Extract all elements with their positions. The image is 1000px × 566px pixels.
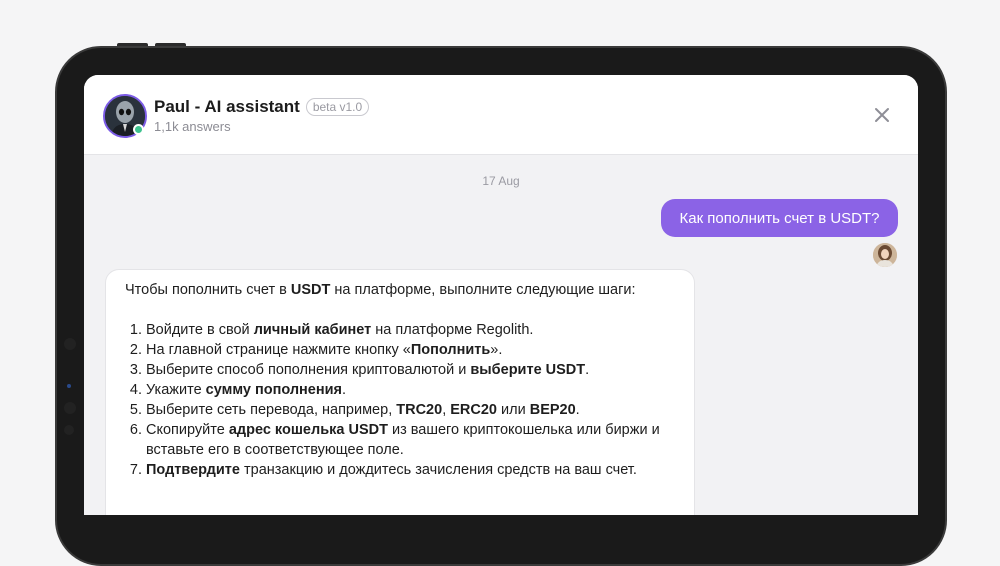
list-item: Укажите сумму пополнения.: [146, 380, 694, 400]
tablet-sensor-dot: [67, 384, 71, 388]
assistant-message-bubble: Чтобы пополнить счет в USDT на платформе…: [105, 269, 695, 515]
assistant-message-intro: Чтобы пополнить счет в USDT на платформе…: [125, 282, 636, 298]
chat-window: Paul - AI assistant beta v1.0 1,1k answe…: [84, 75, 918, 515]
chat-header: Paul - AI assistant beta v1.0 1,1k answe…: [84, 75, 918, 155]
online-status-icon: [133, 124, 144, 135]
answers-count: 1,1k answers: [154, 119, 231, 134]
list-item: Выберите способ пополнения криптовалютой…: [146, 360, 694, 380]
assistant-name: Paul - AI assistant: [154, 97, 300, 116]
list-item: Подтвердите транзакцию и дождитесь зачис…: [146, 460, 694, 480]
list-item: Выберите сеть перевода, например, TRC20,…: [146, 400, 694, 420]
assistant-title-row: Paul - AI assistant beta v1.0: [154, 97, 370, 117]
tablet-side-dot-2: [64, 425, 74, 435]
tablet-camera-dot: [64, 338, 76, 350]
list-item: На главной странице нажмите кнопку «Попо…: [146, 340, 694, 360]
user-avatar: [873, 243, 897, 267]
beta-badge: beta v1.0: [305, 98, 370, 116]
list-item: Войдите в свой личный кабинет на платфор…: [146, 320, 694, 340]
user-message-bubble: Как пополнить счет в USDT?: [661, 199, 898, 237]
close-icon: [875, 108, 889, 122]
close-button[interactable]: [872, 105, 892, 125]
tablet-side-dot-1: [64, 402, 76, 414]
list-item: Скопируйте адрес кошелька USDT из вашего…: [146, 420, 694, 460]
date-separator: 17 Aug: [482, 174, 520, 188]
steps-list: Войдите в свой личный кабинет на платфор…: [125, 320, 694, 480]
